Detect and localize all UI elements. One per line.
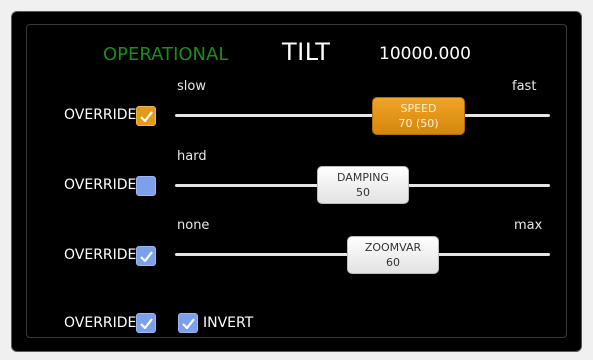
invert-label: INVERT xyxy=(203,315,254,331)
check-icon xyxy=(140,111,153,122)
check-icon xyxy=(140,251,153,262)
speed-max-label: fast xyxy=(512,79,537,94)
axis-title: TILT xyxy=(282,38,331,66)
damping-min-label: hard xyxy=(177,149,207,164)
speed-slider-value: 70 (50) xyxy=(398,117,439,130)
check-icon xyxy=(140,318,153,329)
zoomvar-max-label: max xyxy=(514,218,543,233)
speed-override-label: OVERRIDE xyxy=(64,107,137,123)
position-readout: 10000.000 xyxy=(379,44,471,64)
damping-slider-thumb[interactable]: DAMPING 50 xyxy=(317,166,409,204)
speed-slider-name: SPEED xyxy=(400,102,437,115)
zoomvar-slider-name: ZOOMVAR xyxy=(364,241,422,254)
status-label: OPERATIONAL xyxy=(103,44,229,65)
damping-slider-value: 50 xyxy=(356,186,370,199)
speed-min-label: slow xyxy=(177,79,206,94)
invert-checkbox[interactable] xyxy=(178,313,198,333)
damping-slider-name: DAMPING xyxy=(337,171,389,184)
zoomvar-slider-thumb[interactable]: ZOOMVAR 60 xyxy=(347,236,439,274)
zoomvar-min-label: none xyxy=(177,218,210,233)
damping-override-checkbox[interactable] xyxy=(136,176,156,196)
global-override-checkbox[interactable] xyxy=(136,313,156,333)
speed-override-checkbox[interactable] xyxy=(136,106,156,126)
check-icon xyxy=(182,318,195,329)
speed-slider-thumb[interactable]: SPEED 70 (50) xyxy=(372,97,465,135)
speed-slider-track[interactable] xyxy=(175,114,550,117)
zoomvar-override-label: OVERRIDE xyxy=(64,247,137,263)
damping-override-label: OVERRIDE xyxy=(64,177,137,193)
zoomvar-override-checkbox[interactable] xyxy=(136,246,156,266)
zoomvar-slider-value: 60 xyxy=(386,256,400,269)
global-override-label: OVERRIDE xyxy=(64,315,137,331)
